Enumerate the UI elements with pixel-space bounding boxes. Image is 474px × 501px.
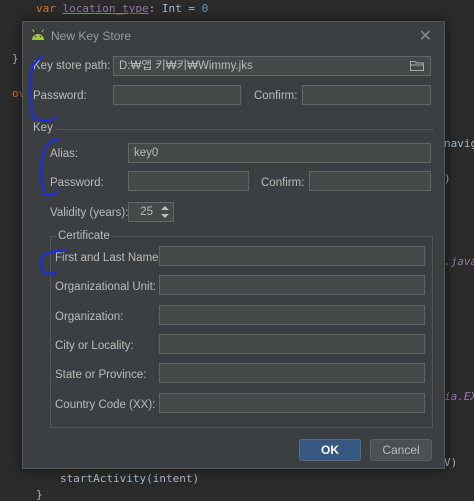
code-fragment-java: .java) <box>444 255 474 268</box>
folder-icon[interactable] <box>410 60 424 71</box>
dialog-titlebar[interactable]: New Key Store ✕ <box>23 22 444 50</box>
code-line-var: var location_type: Int = 0 <box>36 2 208 15</box>
key-store-path-field[interactable]: D:₩앱 키₩키₩Wimmy.jks <box>113 56 431 76</box>
code-type: : Int = <box>148 2 202 15</box>
store-password-label: Password: <box>33 90 87 102</box>
cert-first-last-name-label: First and Last Name: <box>55 252 162 264</box>
cert-organization-field[interactable] <box>159 305 425 325</box>
cert-org-unit-field[interactable] <box>159 275 425 295</box>
code-fragment-ex: ia.EX <box>444 390 474 403</box>
alias-value: key0 <box>134 147 159 159</box>
code-start-activity: startActivity(intent) <box>60 472 200 485</box>
close-icon[interactable]: ✕ <box>419 26 432 46</box>
alias-label: Alias: <box>50 148 79 160</box>
key-confirm-label: Confirm: <box>261 177 305 189</box>
code-variable: location_type <box>62 2 149 15</box>
code-brace: } <box>12 52 19 65</box>
key-section-divider <box>57 129 434 130</box>
validity-value: 25 <box>140 206 153 218</box>
store-password-field[interactable] <box>113 85 241 105</box>
certificate-label: Certificate <box>56 230 112 242</box>
cancel-button[interactable]: Cancel <box>370 439 432 461</box>
key-store-path-label: Key store path: <box>33 60 111 72</box>
code-number: 0 <box>201 2 209 15</box>
android-icon <box>32 29 44 40</box>
code-fragment-naviga: naviga <box>444 137 474 150</box>
cert-country-code-label: Country Code (XX): <box>55 399 156 411</box>
key-password-field[interactable] <box>128 171 249 191</box>
ok-button[interactable]: OK <box>299 439 361 461</box>
key-section-label: Key <box>33 122 53 134</box>
code-brace: } <box>36 488 43 501</box>
cert-city-field[interactable] <box>159 334 425 354</box>
validity-stepper[interactable] <box>157 202 173 222</box>
cert-organization-label: Organization: <box>55 311 124 323</box>
cert-country-code-field[interactable] <box>159 393 425 413</box>
alias-field[interactable]: key0 <box>128 143 431 163</box>
dialog-title: New Key Store <box>51 29 132 43</box>
cert-state-field[interactable] <box>159 363 425 383</box>
validity-label: Validity (years): <box>50 207 129 219</box>
cert-city-label: City or Locality: <box>55 340 134 352</box>
code-fragment-v: V) <box>444 456 458 469</box>
stepper-arrows-icon[interactable] <box>157 202 173 222</box>
key-store-path-value: D:₩앱 키₩키₩Wimmy.jks <box>119 60 253 72</box>
key-confirm-field[interactable] <box>309 171 431 191</box>
cert-org-unit-label: Organizational Unit: <box>55 281 156 293</box>
store-confirm-field[interactable] <box>302 85 431 105</box>
code-keyword: var <box>36 2 56 15</box>
store-confirm-label: Confirm: <box>254 90 298 102</box>
cert-first-last-name-field[interactable] <box>159 246 425 266</box>
cert-state-label: State or Province: <box>55 369 147 381</box>
new-key-store-dialog: New Key Store ✕ Key store path: D:₩앱 키₩키… <box>22 21 445 469</box>
key-password-label: Password: <box>50 177 104 189</box>
